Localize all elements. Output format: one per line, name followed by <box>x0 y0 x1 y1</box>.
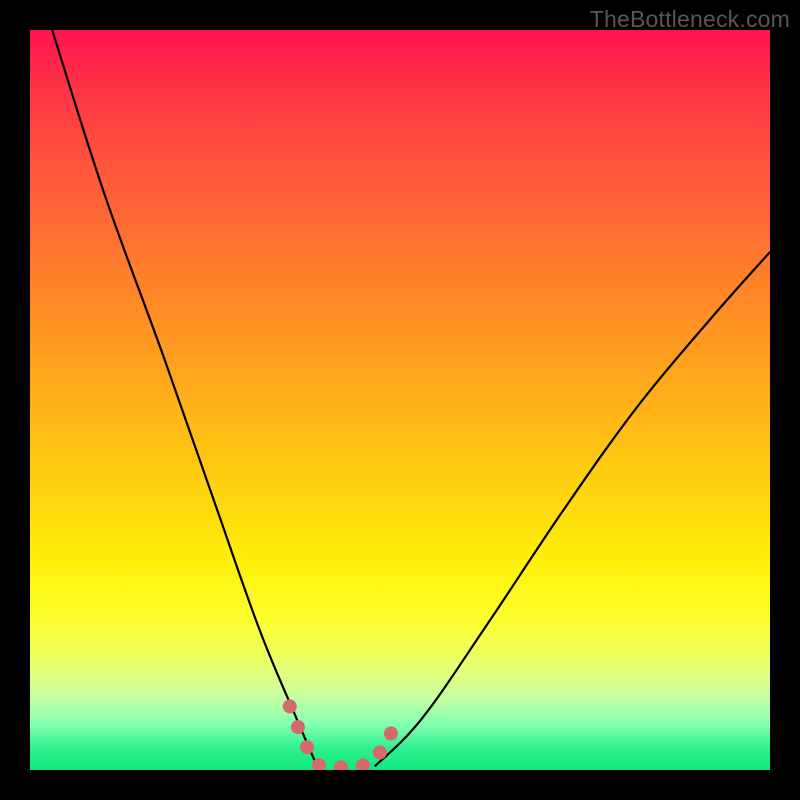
chart-frame: TheBottleneck.com <box>0 0 800 800</box>
left-curve <box>52 30 317 766</box>
right-curve <box>375 252 770 766</box>
valley-highlight <box>290 706 400 767</box>
chart-plot-area <box>30 30 770 770</box>
chart-svg <box>30 30 770 770</box>
watermark-text: TheBottleneck.com <box>590 6 790 33</box>
